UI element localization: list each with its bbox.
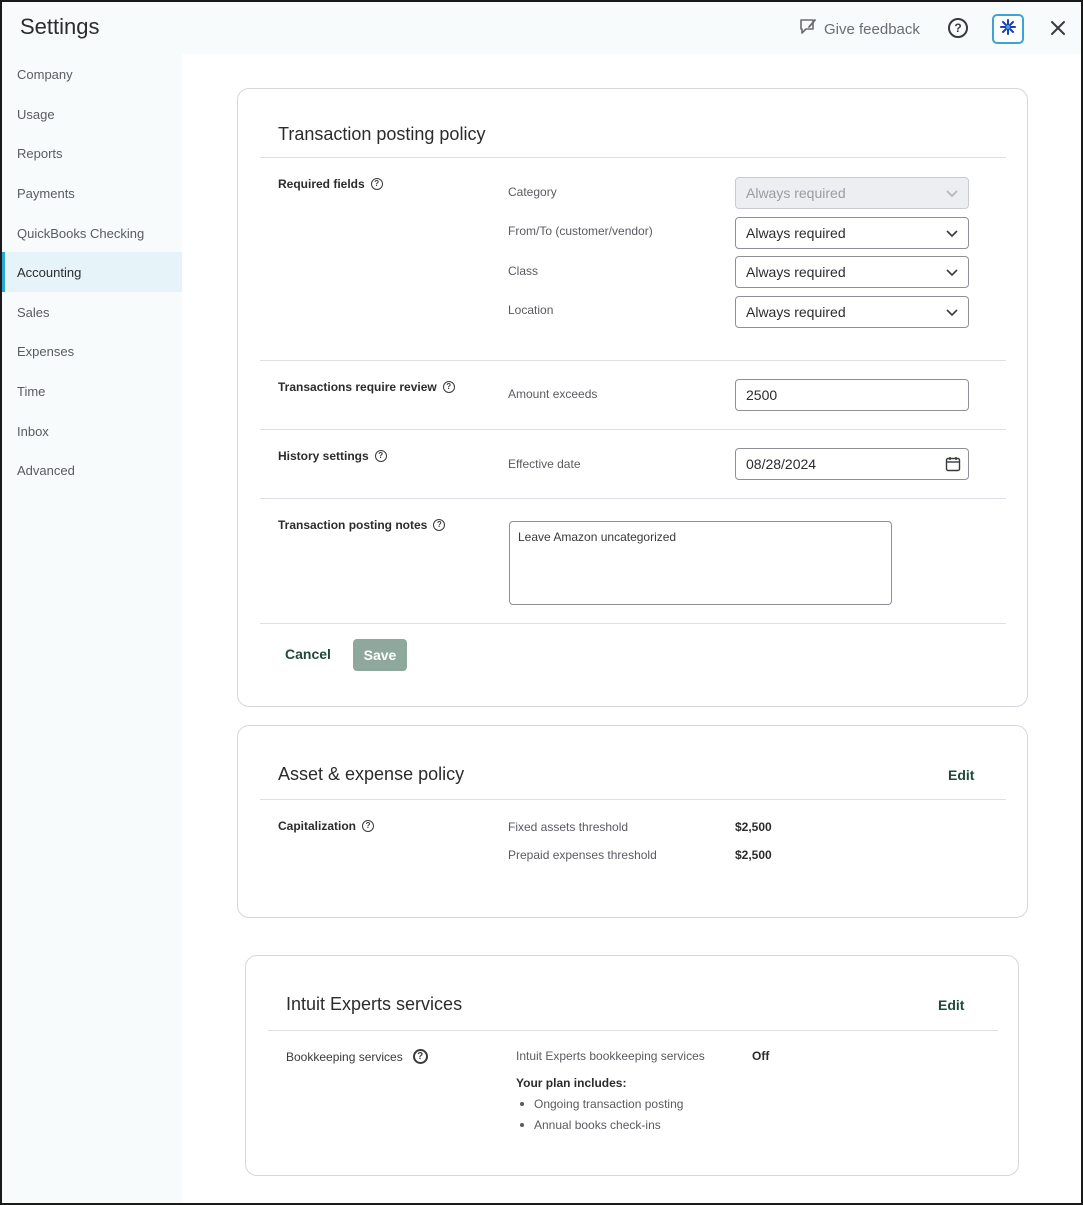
amount-exceeds-label: Amount exceeds — [508, 387, 598, 401]
divider — [268, 1030, 998, 1031]
bookkeeping-services-label: Bookkeeping services ? — [286, 1049, 428, 1064]
close-icon[interactable] — [1047, 17, 1069, 39]
save-button[interactable]: Save — [353, 639, 407, 671]
card-title-experts: Intuit Experts services — [286, 994, 463, 1014]
required-fields-text: Required fields — [278, 177, 365, 191]
experts-edit-button[interactable]: Edit — [938, 997, 964, 1013]
assistant-button[interactable] — [992, 14, 1024, 44]
sidebar-item-accounting[interactable]: Accounting — [2, 252, 182, 292]
sidebar-item-advanced[interactable]: Advanced — [2, 450, 182, 490]
effective-date-label: Effective date — [508, 457, 581, 471]
divider — [260, 429, 1006, 430]
chevron-down-icon — [946, 309, 958, 317]
history-settings-text: History settings — [278, 449, 369, 463]
fixed-assets-threshold-label: Fixed assets threshold — [508, 820, 629, 834]
capitalization-text: Capitalization — [278, 819, 357, 833]
review-section-text: Transactions require review — [278, 380, 437, 394]
sidebar-item-expenses[interactable]: Expenses — [2, 331, 182, 371]
amount-exceeds-input[interactable] — [735, 379, 969, 411]
transaction-posting-policy-card: Transaction posting policy Required fiel… — [237, 88, 1028, 707]
card-title-asset-policy: Asset & expense policy — [278, 764, 465, 784]
effective-date-input[interactable] — [735, 448, 969, 480]
experts-bookkeeping-label: Intuit Experts bookkeeping services — [516, 1049, 705, 1063]
cancel-button[interactable]: Cancel — [285, 646, 331, 662]
capitalization-label: Capitalization ? — [278, 819, 375, 833]
help-icon[interactable]: ? — [412, 1049, 428, 1064]
help-icon[interactable]: ? — [442, 381, 455, 393]
give-feedback-button[interactable]: Give feedback — [798, 17, 920, 41]
divider — [260, 623, 1006, 624]
review-section-label: Transactions require review ? — [278, 380, 455, 394]
chevron-down-icon — [946, 190, 958, 198]
bookkeeping-services-text: Bookkeeping services — [286, 1049, 403, 1064]
chevron-down-icon — [946, 230, 958, 238]
settings-window: Settings Give feedback ? Company Usage R… — [0, 0, 1083, 1205]
class-select-value: Always required — [746, 264, 846, 280]
chevron-down-icon — [946, 269, 958, 277]
intuit-experts-card: Intuit Experts services Edit Bookkeeping… — [245, 955, 1019, 1176]
sidebar-item-payments[interactable]: Payments — [2, 173, 182, 213]
posting-notes-text: Transaction posting notes — [278, 518, 428, 532]
settings-sidebar: Company Usage Reports Payments QuickBook… — [2, 54, 182, 1203]
card-title-posting-policy: Transaction posting policy — [278, 124, 486, 144]
plan-includes-list: Ongoing transaction posting Annual books… — [516, 1097, 683, 1139]
from-to-label: From/To (customer/vendor) — [508, 224, 653, 238]
fixed-assets-threshold-value: $2,500 — [735, 820, 772, 834]
help-icon[interactable]: ? — [374, 450, 387, 462]
experts-bookkeeping-status: Off — [752, 1049, 770, 1063]
sidebar-item-inbox[interactable]: Inbox — [2, 411, 182, 451]
asset-policy-edit-button[interactable]: Edit — [948, 767, 974, 783]
category-select-value: Always required — [746, 185, 846, 201]
feedback-icon — [798, 17, 818, 41]
sidebar-item-quickbooks-checking[interactable]: QuickBooks Checking — [2, 213, 182, 253]
sidebar-item-usage[interactable]: Usage — [2, 94, 182, 134]
divider — [260, 360, 1006, 361]
from-to-select-value: Always required — [746, 225, 846, 241]
location-select-value: Always required — [746, 304, 846, 320]
help-icon[interactable]: ? — [370, 178, 383, 190]
posting-notes-label: Transaction posting notes ? — [278, 518, 446, 532]
sidebar-item-sales[interactable]: Sales — [2, 292, 182, 332]
prepaid-expenses-threshold-label: Prepaid expenses threshold — [508, 848, 657, 862]
sidebar-item-reports[interactable]: Reports — [2, 133, 182, 173]
divider — [260, 799, 1006, 800]
sidebar-item-company[interactable]: Company — [2, 54, 182, 94]
list-item: Annual books check-ins — [516, 1118, 683, 1139]
required-fields-label: Required fields ? — [278, 177, 383, 191]
plan-includes-heading: Your plan includes: — [516, 1076, 627, 1090]
location-label: Location — [508, 303, 554, 317]
header: Settings Give feedback ? — [2, 2, 1081, 54]
from-to-select[interactable]: Always required — [735, 217, 969, 249]
give-feedback-label: Give feedback — [824, 20, 920, 38]
list-item: Ongoing transaction posting — [516, 1097, 683, 1118]
location-select[interactable]: Always required — [735, 296, 969, 328]
divider — [260, 498, 1006, 499]
history-settings-label: History settings ? — [278, 449, 387, 463]
sparkle-icon — [999, 18, 1017, 41]
category-label: Category — [508, 185, 557, 199]
prepaid-expenses-threshold-value: $2,500 — [735, 848, 772, 862]
asset-expense-policy-card: Asset & expense policy Edit Capitalizati… — [237, 725, 1028, 918]
help-icon[interactable]: ? — [362, 820, 375, 832]
help-icon[interactable]: ? — [433, 519, 446, 531]
class-label: Class — [508, 264, 539, 278]
effective-date-field — [735, 448, 969, 480]
divider — [260, 157, 1006, 158]
posting-notes-textarea[interactable]: Leave Amazon uncategorized — [509, 521, 892, 605]
category-select: Always required — [735, 177, 969, 209]
sidebar-item-time[interactable]: Time — [2, 371, 182, 411]
class-select[interactable]: Always required — [735, 256, 969, 288]
help-icon[interactable]: ? — [948, 18, 968, 38]
calendar-icon[interactable] — [945, 456, 961, 472]
page-title: Settings — [20, 14, 100, 39]
